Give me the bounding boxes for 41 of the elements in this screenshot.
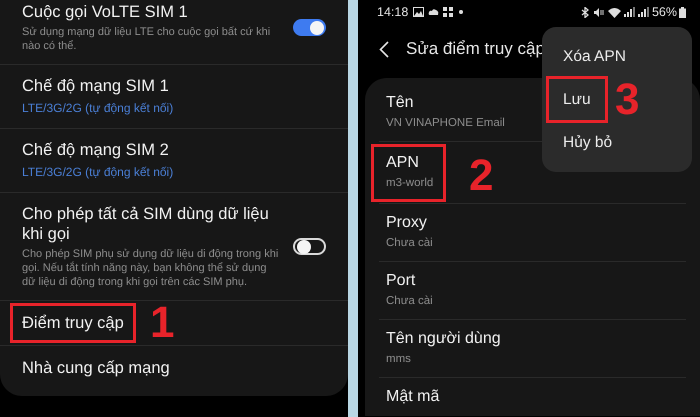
field-label[interactable]: Mật mã xyxy=(386,387,679,408)
setting-title[interactable]: Chế độ mạng SIM 1 xyxy=(22,76,284,96)
dot-icon xyxy=(459,10,464,14)
setting-value: LTE/3G/2G (tự động kết nối) xyxy=(22,100,174,117)
menu-item[interactable]: Lưu xyxy=(546,76,608,124)
battery-percent: 56% xyxy=(652,4,677,21)
wifi-icon xyxy=(608,6,621,18)
setting-title[interactable]: Cuộc gọi VoLTE SIM 1 xyxy=(22,2,284,22)
signal-icon xyxy=(638,7,649,17)
setting-title[interactable]: Cho phép tất cả SIM dùng dữ liệu khi gọi xyxy=(22,204,284,244)
field-value: Chưa cài xyxy=(386,236,434,250)
menu-item[interactable]: Hủy bỏ xyxy=(563,130,612,154)
step-number: 3 xyxy=(615,78,640,122)
grid-icon xyxy=(443,7,454,17)
field-label[interactable]: Port xyxy=(386,270,679,291)
signal-icon xyxy=(624,7,635,17)
status-time: 14:18 xyxy=(377,4,408,21)
field-value: m3-world xyxy=(386,176,434,192)
toggle-switch[interactable] xyxy=(293,19,326,36)
field-label[interactable]: APN xyxy=(386,153,434,174)
mute-icon xyxy=(592,6,604,18)
back-icon[interactable] xyxy=(379,40,389,58)
setting-title[interactable]: Chế độ mạng SIM 2 xyxy=(22,140,284,160)
step-number: 2 xyxy=(469,154,494,198)
field-label[interactable]: Proxy xyxy=(386,212,679,232)
setting-title[interactable]: Nhà cung cấp mạng xyxy=(22,358,284,378)
field-label[interactable]: Tên người dùng xyxy=(386,329,679,349)
field-value: mms xyxy=(386,352,412,367)
setting-description: Cho phép SIM phụ sử dụng dữ liệu di động trong khi gọi. Nếu tắt tính năng này, bạn không thể sử dụng dữ liệu di động trong khi gọi trên các SIM phụ. xyxy=(22,247,280,289)
battery-icon xyxy=(679,6,686,18)
image-icon xyxy=(413,7,424,17)
toggle-switch[interactable] xyxy=(293,238,326,255)
field-value: Chưa cài xyxy=(386,294,434,309)
setting-title[interactable]: Điểm truy cập xyxy=(22,313,124,333)
setting-value: LTE/3G/2G (tự động kết nối) xyxy=(22,164,174,181)
bluetooth-icon xyxy=(580,6,589,18)
menu-item[interactable]: Xóa APN xyxy=(563,44,626,68)
step-number: 1 xyxy=(150,301,174,345)
field-value: VN VINAPHONE Email xyxy=(386,116,506,131)
cloud-icon xyxy=(428,8,440,16)
setting-description: Sử dụng mạng dữ liệu LTE cho cuộc gọi bất cứ khi nào có thể. xyxy=(22,25,272,53)
